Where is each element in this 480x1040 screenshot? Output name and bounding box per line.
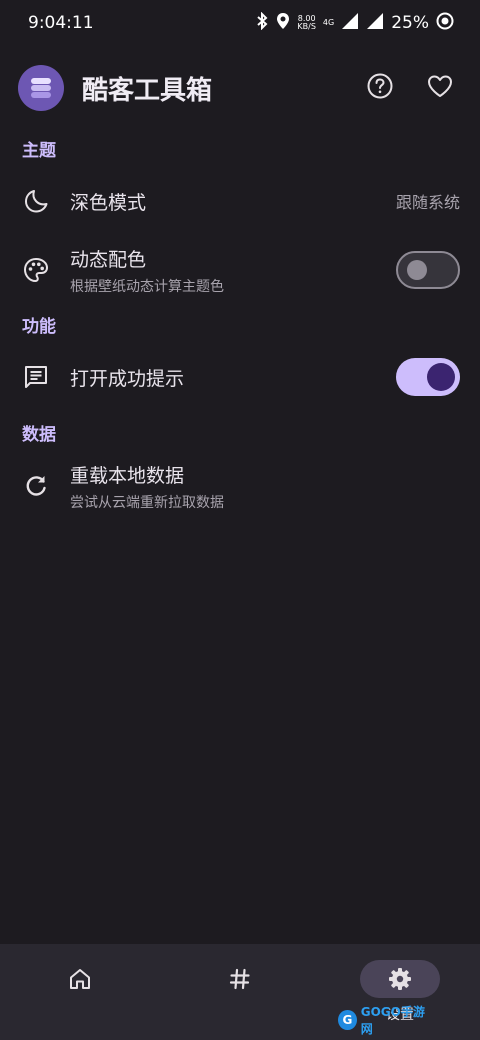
open-success-tip-switch[interactable] — [396, 358, 460, 396]
status-time: 9:04:11 — [28, 13, 94, 33]
bluetooth-icon — [255, 11, 269, 35]
app-bar: 酷客工具箱 — [0, 60, 480, 116]
palette-icon — [20, 254, 52, 286]
moon-icon — [20, 185, 52, 217]
dark-mode-text: 深色模式 — [70, 188, 396, 215]
refresh-icon — [20, 470, 52, 502]
reload-data-title: 重载本地数据 — [70, 464, 185, 487]
dark-mode-value: 跟随系统 — [395, 193, 460, 212]
favorite-button[interactable] — [420, 68, 460, 108]
open-success-tip-row[interactable]: 打开成功提示 — [0, 350, 480, 404]
dynamic-color-title: 动态配色 — [70, 248, 147, 271]
nav-item-home[interactable] — [0, 944, 160, 1040]
dynamic-color-text: 动态配色 根据壁纸动态计算主题色 — [70, 245, 396, 296]
heart-icon — [426, 72, 454, 104]
watermark-text: GOGO手游网 — [360, 1005, 425, 1036]
help-icon — [366, 72, 394, 104]
reload-data-subtitle: 尝试从云端重新拉取数据 — [70, 494, 224, 511]
battery-icon — [436, 12, 454, 35]
open-success-tip-title: 打开成功提示 — [70, 367, 185, 390]
reload-data-row[interactable]: 重载本地数据 尝试从云端重新拉取数据 — [0, 456, 480, 516]
watermark: G GOGO手游网 — [338, 1005, 432, 1036]
signal-icon — [341, 12, 359, 35]
dynamic-color-subtitle: 根据壁纸动态计算主题色 — [70, 278, 224, 295]
app-title: 酷客工具箱 — [82, 75, 213, 106]
message-icon — [20, 361, 52, 393]
location-icon — [276, 12, 290, 35]
switch-knob — [407, 260, 427, 280]
reload-data-text: 重载本地数据 尝试从云端重新拉取数据 — [70, 461, 460, 512]
status-icons: 8.00 KB/S 4G 25% — [255, 11, 454, 35]
signal-icon-2 — [366, 12, 384, 35]
nav-item-categories[interactable] — [160, 944, 320, 1040]
network-speed: 8.00 KB/S — [297, 14, 316, 31]
dynamic-color-switch[interactable] — [396, 251, 460, 289]
section-title-data: 数据 — [22, 425, 56, 445]
dynamic-color-row[interactable]: 动态配色 根据壁纸动态计算主题色 — [0, 240, 480, 300]
switch-knob — [427, 363, 455, 391]
section-title-theme: 主题 — [22, 141, 56, 161]
gear-icon — [360, 960, 440, 998]
dark-mode-row[interactable]: 深色模式 跟随系统 — [0, 174, 480, 228]
help-button[interactable] — [360, 68, 400, 108]
open-success-tip-text: 打开成功提示 — [70, 364, 396, 391]
network-type: 4G — [322, 18, 335, 27]
watermark-logo-icon: G — [338, 1010, 357, 1030]
section-title-features: 功能 — [22, 317, 56, 337]
dark-mode-title: 深色模式 — [70, 191, 147, 214]
app-logo — [18, 65, 64, 111]
status-bar: 9:04:11 8.00 KB/S 4G 25% — [0, 0, 480, 46]
battery-text: 25% — [391, 13, 429, 33]
home-icon — [40, 960, 120, 998]
hashtag-icon — [200, 960, 280, 998]
